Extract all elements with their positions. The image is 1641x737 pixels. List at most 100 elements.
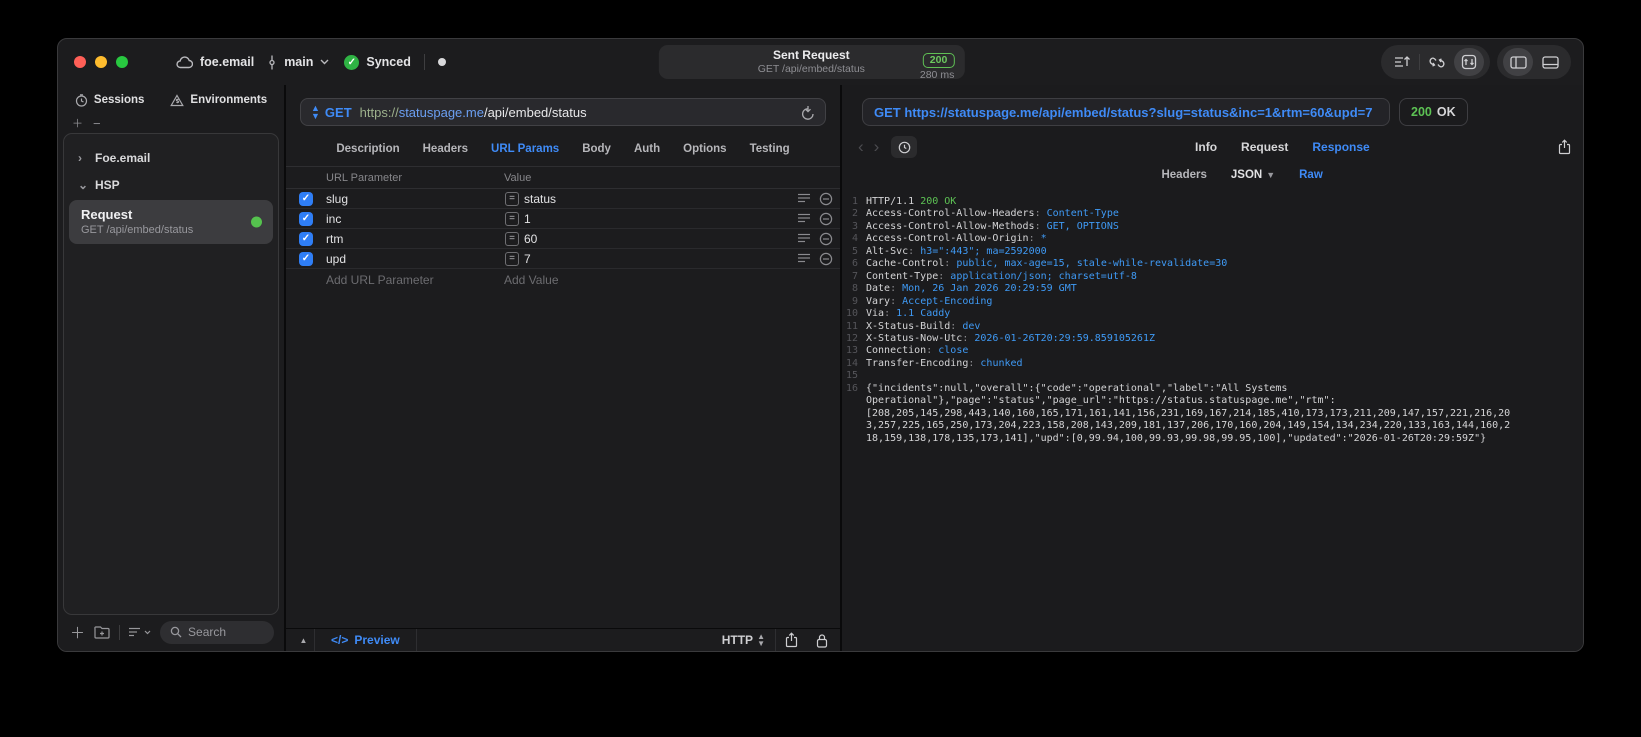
project-tree-panel: › Foe.email ⌄ HSP Request GET /api/embed… <box>63 133 279 615</box>
raw-response-view[interactable]: 1 HTTP/1.1 200 OK 2 Access-Control-Allow-He… <box>842 188 1583 651</box>
sort-list-icon[interactable] <box>129 627 151 637</box>
response-line: 6 Cache-Control: public, max-age=15, stal… <box>844 258 1513 270</box>
chevron-down-icon: ▼ <box>1266 170 1276 180</box>
remove-param-icon[interactable] <box>819 212 833 226</box>
param-value[interactable]: 1 <box>524 212 798 226</box>
tab-request[interactable]: Request <box>1241 140 1288 154</box>
param-enabled-checkbox[interactable]: ✓ <box>299 191 313 206</box>
tree-item-hsp[interactable]: ⌄ HSP <box>64 171 278 198</box>
tab-body[interactable]: Body <box>582 143 611 155</box>
method-stepper-icon[interactable]: ▲ ▼ <box>311 104 320 121</box>
import-list-icon[interactable] <box>1387 48 1417 76</box>
param-enabled-checkbox[interactable]: ✓ <box>299 211 313 226</box>
param-name[interactable]: rtm <box>313 232 505 246</box>
request-url-bar[interactable]: ▲ ▼ GET https://statuspage.me/api/embed/s… <box>300 98 826 126</box>
remove-param-icon[interactable] <box>819 252 833 266</box>
expanded-chevron-icon[interactable]: ⌄ <box>78 178 88 192</box>
branch-name[interactable]: main <box>284 55 313 69</box>
protocol-selector[interactable]: HTTP ▲ ▼ <box>712 632 775 648</box>
share-icon[interactable] <box>776 632 807 648</box>
sent-request-line[interactable]: GET https://statuspage.me/api/embed/stat… <box>862 98 1390 126</box>
toggle-bottom-panel-icon[interactable] <box>1535 48 1565 76</box>
preview-button[interactable]: </> Preview <box>315 629 417 651</box>
export-response-icon[interactable] <box>1558 139 1571 155</box>
multiline-value-icon[interactable] <box>798 193 811 204</box>
titlebar: foe.email main ✓ Synced Sent Request GET… <box>58 39 1583 85</box>
response-line: 7 Content-Type: application/json; charset… <box>844 271 1513 283</box>
tree-item-label: Foe.email <box>95 150 151 165</box>
subtab-json[interactable]: JSON ▼ <box>1231 169 1275 181</box>
request-duration: 280 ms <box>919 69 955 82</box>
response-line: 8 Date: Mon, 26 Jan 2026 20:29:59 GMT <box>844 283 1513 295</box>
sync-status: Synced <box>366 55 411 69</box>
param-name[interactable]: inc <box>313 212 505 226</box>
tab-headers[interactable]: Headers <box>423 143 468 155</box>
request-list-item-selected[interactable]: Request GET /api/embed/status <box>69 200 273 244</box>
subtab-headers[interactable]: Headers <box>1161 169 1206 181</box>
line-number: 7 <box>851 270 858 282</box>
remove-session-icon[interactable]: − <box>93 116 101 131</box>
param-enabled-checkbox[interactable]: ✓ <box>299 231 313 246</box>
tab-options[interactable]: Options <box>683 143 726 155</box>
url-param-row: ✓ upd = 7 <box>286 249 840 269</box>
line-number: 2 <box>851 208 858 220</box>
updown-stepper-icon: ▲ ▼ <box>757 632 765 648</box>
tab-url-params[interactable]: URL Params <box>491 143 559 155</box>
history-back-icon[interactable]: ‹ <box>858 137 864 157</box>
add-value[interactable]: Add Value <box>504 273 559 287</box>
url-params-table: URL Parameter Value ✓ slug = status ✓ inc = 1 ✓ r… <box>286 167 840 291</box>
project-name[interactable]: foe.email <box>200 55 254 69</box>
response-status-button[interactable]: 200 OK <box>1399 98 1468 126</box>
sent-request-subtitle: GET /api/embed/status <box>757 62 865 75</box>
request-item-title: Request <box>81 207 133 222</box>
chevron-down-icon[interactable] <box>320 59 329 65</box>
param-enabled-checkbox[interactable]: ✓ <box>299 251 313 266</box>
send-receive-icon[interactable] <box>1454 48 1484 76</box>
add-session-icon[interactable]: ＋ <box>72 115 83 131</box>
search-input[interactable]: Search <box>160 620 274 644</box>
param-name[interactable]: slug <box>313 192 505 206</box>
param-value[interactable]: 60 <box>524 232 798 246</box>
subtab-raw[interactable]: Raw <box>1299 169 1323 181</box>
sent-request-title: Sent Request <box>772 47 850 62</box>
zoom-window-button[interactable] <box>116 56 128 68</box>
multiline-value-icon[interactable] <box>798 213 811 224</box>
search-icon <box>170 626 182 638</box>
lock-icon[interactable] <box>807 633 840 648</box>
line-number: 5 <box>851 245 858 257</box>
param-name[interactable]: upd <box>313 252 505 266</box>
tab-auth[interactable]: Auth <box>634 143 660 155</box>
multiline-value-icon[interactable] <box>798 233 811 244</box>
line-number: 12 <box>845 332 858 344</box>
status-code-badge: 200 <box>922 53 955 68</box>
remove-param-icon[interactable] <box>819 232 833 246</box>
param-value[interactable]: 7 <box>524 252 798 266</box>
toolbar-group-left <box>1381 45 1490 79</box>
tab-description[interactable]: Description <box>336 143 399 155</box>
history-clock-icon[interactable] <box>891 136 918 158</box>
resend-request-icon[interactable] <box>801 105 815 120</box>
toggle-sidebar-icon[interactable] <box>1503 48 1533 76</box>
tab-sessions[interactable]: Sessions <box>75 93 144 107</box>
response-line: 4 Access-Control-Allow-Origin: * <box>844 233 1513 245</box>
expand-panel-button[interactable]: ▲ <box>293 629 315 651</box>
tree-item-foe-email[interactable]: › Foe.email <box>64 144 278 171</box>
remove-param-icon[interactable] <box>819 192 833 206</box>
add-folder-icon[interactable] <box>94 625 110 639</box>
add-request-button[interactable]: ＋ <box>70 622 85 643</box>
minimize-window-button[interactable] <box>95 56 107 68</box>
response-line: 12 X-Status-Now-Utc: 2026-01-26T20:29:59.… <box>845 332 1155 344</box>
tab-environments[interactable]: Environments <box>170 93 267 107</box>
sync-loop-icon[interactable] <box>1422 48 1452 76</box>
collapsed-chevron-icon[interactable]: › <box>78 151 87 165</box>
tab-response[interactable]: Response <box>1312 140 1369 154</box>
param-value[interactable]: status <box>524 192 798 206</box>
history-forward-icon[interactable]: › <box>874 137 880 157</box>
tab-testing[interactable]: Testing <box>750 143 790 155</box>
multiline-value-icon[interactable] <box>798 253 811 264</box>
sent-request-pill[interactable]: Sent Request GET /api/embed/status 200 2… <box>658 45 965 82</box>
close-window-button[interactable] <box>74 56 86 68</box>
method-label[interactable]: GET <box>325 105 352 120</box>
tab-info[interactable]: Info <box>1195 140 1217 154</box>
add-url-parameter[interactable]: Add URL Parameter <box>286 273 504 287</box>
